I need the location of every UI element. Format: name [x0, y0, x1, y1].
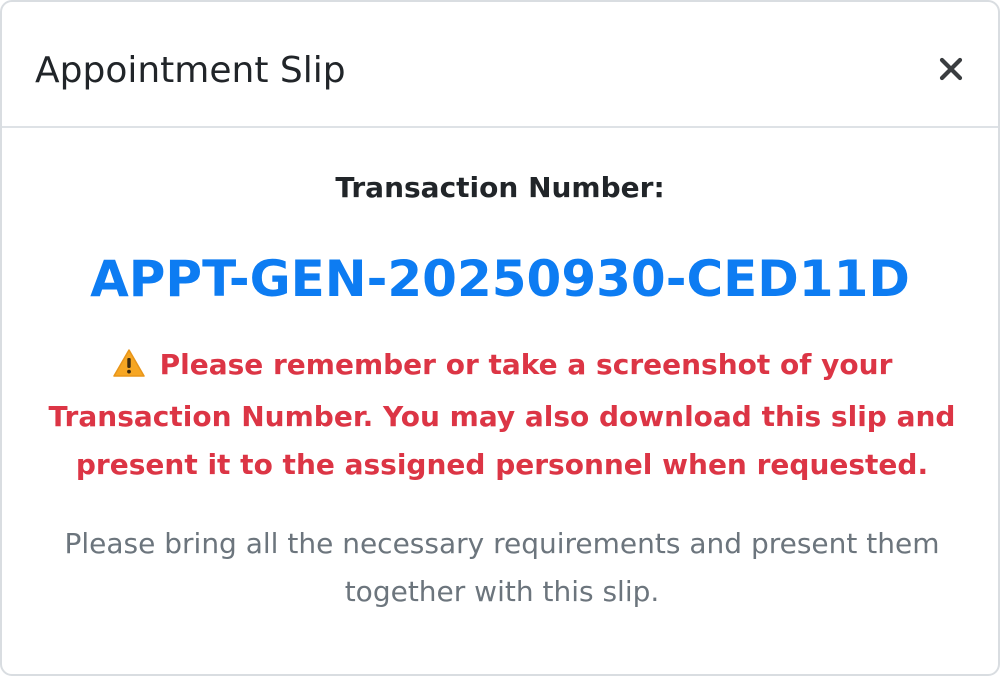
warning-icon	[112, 345, 146, 393]
close-button[interactable]	[928, 46, 974, 92]
modal-title: Appointment Slip	[35, 50, 346, 91]
requirements-note: Please bring all the necessary requireme…	[64, 527, 940, 608]
warning-text: Please remember or take a screenshot of …	[48, 348, 956, 481]
close-icon	[939, 57, 963, 81]
modal-header: Appointment Slip	[2, 2, 998, 128]
transaction-number-value: APPT-GEN-20250930-CED11D	[90, 250, 910, 308]
transaction-number-label: Transaction Number:	[335, 171, 665, 204]
appointment-slip-modal: Appointment Slip Transaction Number: APP…	[0, 0, 1000, 676]
modal-body: Transaction Number: APPT-GEN-20250930-CE…	[2, 128, 998, 674]
warning-message: Please remember or take a screenshot of …	[32, 341, 972, 489]
